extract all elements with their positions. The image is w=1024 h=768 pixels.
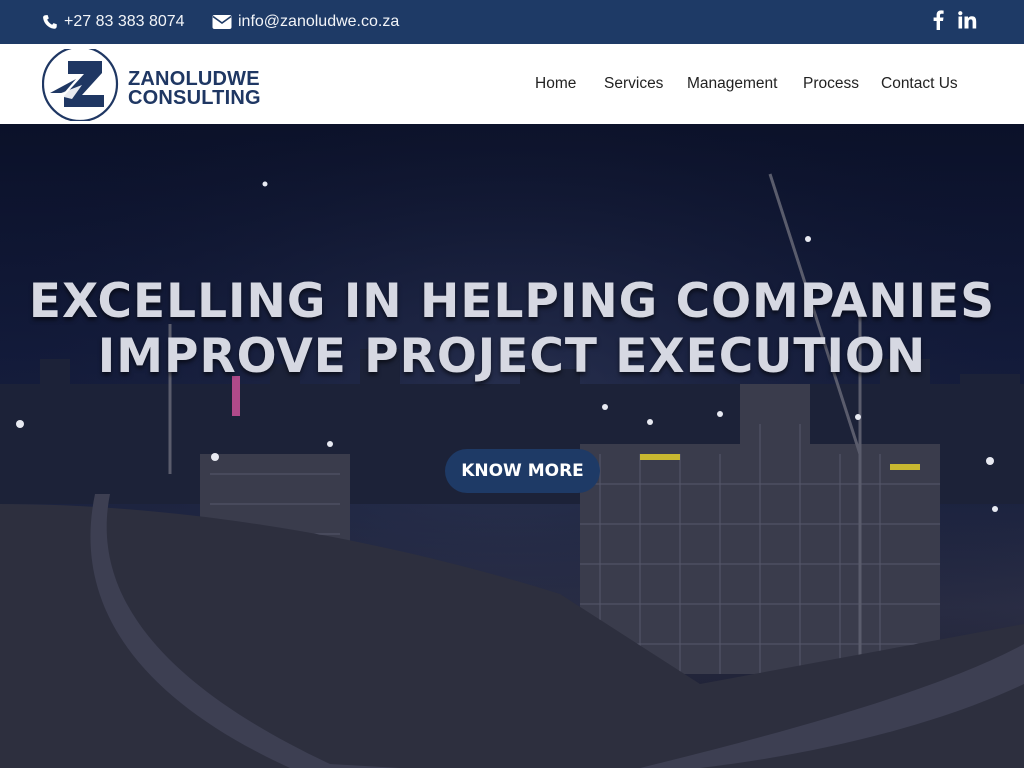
phone-icon xyxy=(42,14,58,30)
brand-line-2: CONSULTING xyxy=(128,87,261,109)
nav-home[interactable]: Home xyxy=(535,44,576,124)
top-contact-bar: +27 83 383 8074 info@zanoludwe.co.za xyxy=(0,0,1024,44)
brand-logo[interactable]: ZANOLUDWE CONSULTING xyxy=(42,49,262,121)
hero-section: EXCELLING IN HELPING COMPANIES IMPROVE P… xyxy=(0,124,1024,768)
nav-services[interactable]: Services xyxy=(604,44,663,124)
nav-process[interactable]: Process xyxy=(803,44,859,124)
brand-name: ZANOLUDWE CONSULTING xyxy=(128,69,261,109)
linkedin-icon xyxy=(958,10,978,34)
phone-number: +27 83 383 8074 xyxy=(64,13,185,30)
nav-management[interactable]: Management xyxy=(687,44,777,124)
phone-contact[interactable]: +27 83 383 8074 xyxy=(42,0,185,44)
facebook-icon xyxy=(932,9,944,35)
facebook-link[interactable] xyxy=(932,0,944,44)
email-contact[interactable]: info@zanoludwe.co.za xyxy=(212,0,399,44)
nav-contact-us[interactable]: Contact Us xyxy=(881,44,958,124)
main-navbar: ZANOLUDWE CONSULTING Home Services Manag… xyxy=(0,44,1024,124)
hero-background-image xyxy=(0,124,1024,768)
logo-emblem xyxy=(42,49,119,121)
envelope-icon xyxy=(212,14,232,30)
know-more-button[interactable]: KNOW MORE xyxy=(445,449,600,493)
linkedin-link[interactable] xyxy=(958,0,978,44)
hero-headline-line-2: IMPROVE PROJECT EXECUTION xyxy=(97,329,927,384)
email-address: info@zanoludwe.co.za xyxy=(238,13,400,30)
hero-headline-line-1: EXCELLING IN HELPING COMPANIES xyxy=(28,274,996,329)
